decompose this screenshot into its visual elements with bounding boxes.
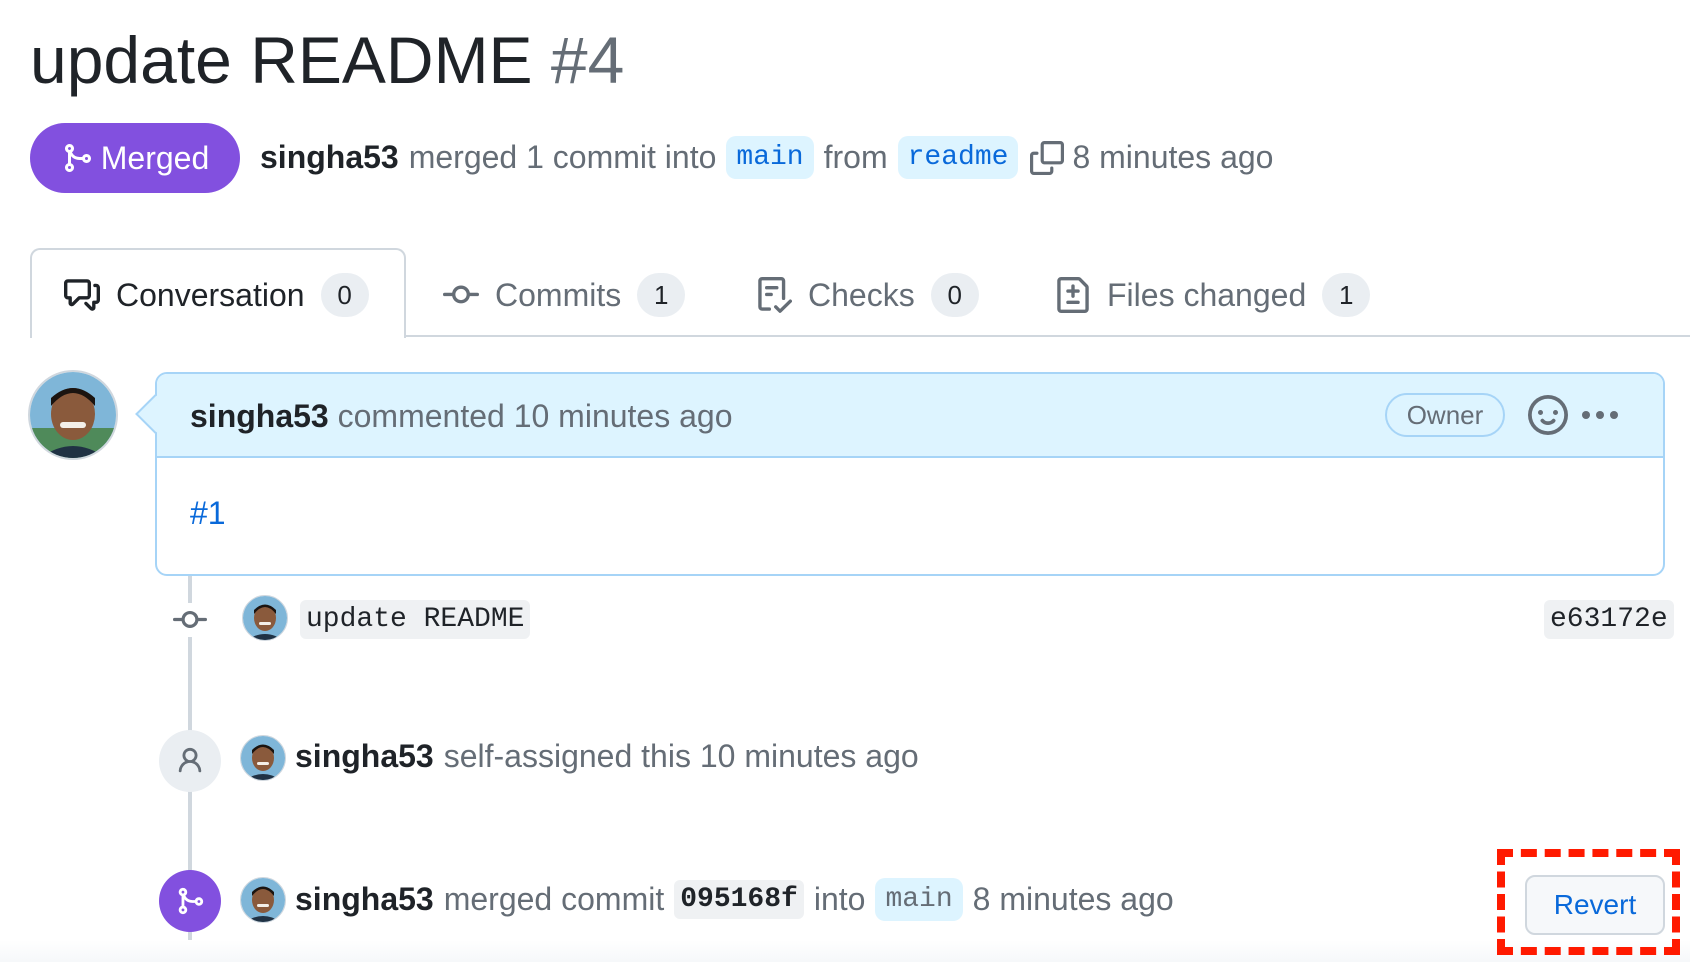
merge-target-branch[interactable]: main (875, 878, 963, 921)
from-text: from (823, 139, 888, 175)
pr-title-text: update README (30, 23, 533, 97)
comment-author-link[interactable]: singha53 (190, 398, 329, 434)
tab-commits-label: Commits (495, 276, 622, 313)
merge-commit-text: merged commit (443, 881, 665, 917)
merge-author-link[interactable]: singha53 (260, 139, 399, 176)
git-commit-icon (173, 610, 207, 628)
tab-conversation[interactable]: Conversation 0 (64, 270, 369, 320)
head-branch-label[interactable]: readme (897, 136, 1019, 179)
checklist-icon (758, 277, 792, 313)
tab-checks-label: Checks (808, 276, 915, 313)
commit-sha-link[interactable]: e63172e (1544, 600, 1674, 639)
kebab-horizontal-icon[interactable] (1578, 395, 1622, 435)
revert-highlight-annotation (1497, 849, 1680, 955)
merge-event-node (159, 870, 221, 932)
tab-files-changed-count: 1 (1322, 273, 1371, 317)
commit-message-link[interactable]: update README (300, 600, 531, 639)
comment-action[interactable]: commented 10 minutes ago (338, 398, 733, 434)
merge-event-time[interactable]: 8 minutes ago (973, 881, 1174, 918)
comment-meta: singha53 commented 10 minutes ago (190, 398, 733, 435)
smiley-icon[interactable] (1528, 395, 1568, 435)
tab-commits-count: 1 (637, 273, 686, 317)
tab-commits[interactable]: Commits 1 (443, 270, 686, 320)
merge-into-text: into (813, 881, 866, 917)
tab-checks-count: 0 (930, 273, 979, 317)
bottom-fade (0, 940, 1690, 962)
assign-text: self-assigned this 10 minutes ago (443, 738, 919, 774)
merged-status-badge: Merged (30, 123, 240, 193)
merge-user-link[interactable]: singha53 (295, 881, 434, 918)
commit-node (170, 603, 210, 637)
assign-user-link[interactable]: singha53 (295, 738, 434, 775)
merge-text: merged 1 commit into (408, 139, 717, 175)
owner-badge: Owner (1385, 393, 1505, 437)
base-branch-label[interactable]: main (726, 136, 814, 179)
tab-conversation-count: 0 (320, 273, 369, 317)
pr-title: update README #4 (30, 22, 624, 98)
git-commit-icon (443, 285, 479, 304)
file-diff-icon (1057, 277, 1089, 313)
avatar[interactable] (240, 735, 286, 781)
issue-reference-link[interactable]: #1 (190, 495, 226, 532)
avatar[interactable] (240, 877, 286, 923)
git-merge-icon (64, 144, 91, 172)
copy-icon[interactable] (1030, 140, 1065, 175)
comment-discussion-icon (64, 279, 100, 311)
merge-time: 8 minutes ago (1072, 139, 1274, 175)
avatar[interactable] (242, 595, 288, 641)
merge-summary: singha53 merged 1 commit into main from … (260, 136, 1273, 179)
merge-event: singha53 merged commit 095168f into main… (295, 878, 1174, 921)
tab-checks[interactable]: Checks 0 (756, 270, 979, 320)
person-icon (178, 747, 202, 773)
merged-status-label: Merged (100, 139, 210, 176)
avatar[interactable] (28, 370, 118, 460)
tab-files-changed[interactable]: Files changed 1 (1055, 270, 1371, 320)
assign-event: singha53 self-assigned this 10 minutes a… (295, 738, 919, 775)
pr-number: #4 (550, 23, 625, 97)
git-merge-icon (178, 887, 204, 915)
tab-files-changed-label: Files changed (1107, 276, 1307, 313)
merge-commit-sha-link[interactable]: 095168f (674, 880, 804, 919)
assign-event-node (159, 730, 221, 792)
tab-conversation-label: Conversation (116, 276, 305, 313)
